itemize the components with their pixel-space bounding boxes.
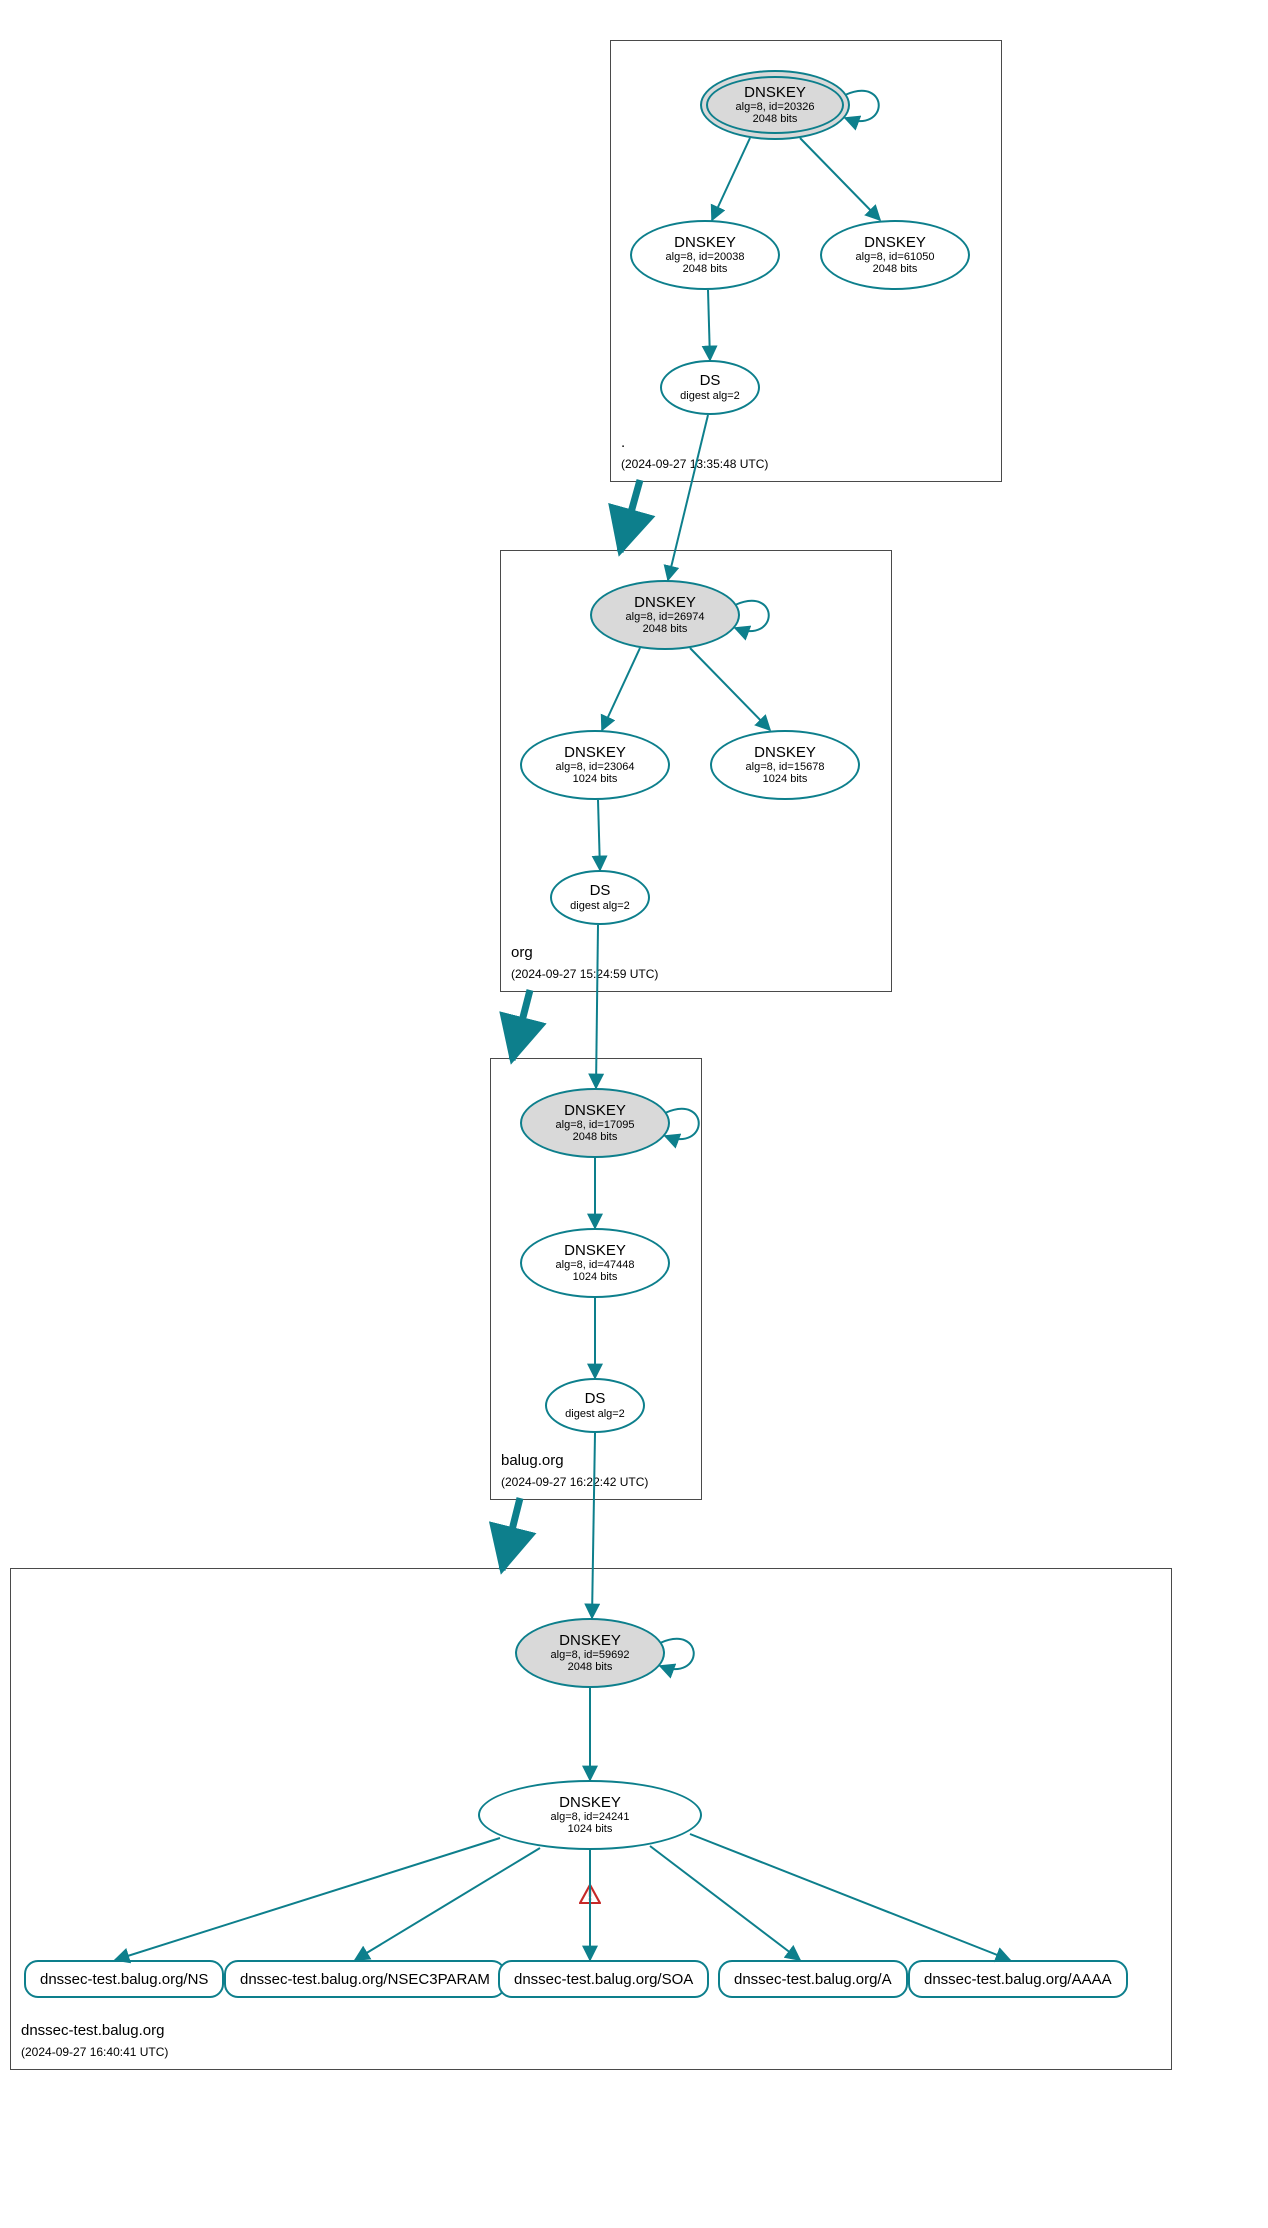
node-sub1: digest alg=2 (565, 1408, 625, 1420)
zone-balug-timestamp: (2024-09-27 16:22:42 UTC) (501, 1475, 648, 1489)
zone-balug-label: balug.org (501, 1452, 564, 1469)
node-sub2: 2048 bits (643, 623, 688, 635)
zone-org-timestamp: (2024-09-27 15:24:59 UTC) (511, 967, 658, 981)
node-title: DS (700, 373, 721, 390)
rrset-soa[interactable]: dnssec-test.balug.org/SOA (498, 1960, 709, 1998)
node-sub1: alg=8, id=61050 (856, 251, 935, 263)
zone-root-label: . (621, 434, 625, 451)
node-title: DS (585, 1391, 606, 1408)
balug-ds[interactable]: DS digest alg=2 (545, 1378, 645, 1433)
warning-icon[interactable] (579, 1884, 601, 1904)
zone-dnssectest-timestamp: (2024-09-27 16:40:41 UTC) (21, 2045, 168, 2059)
node-title: DNSKEY (634, 595, 696, 612)
node-title: DNSKEY (564, 745, 626, 762)
node-sub1: alg=8, id=20038 (666, 251, 745, 263)
node-sub2: 2048 bits (573, 1131, 618, 1143)
node-sub1: alg=8, id=59692 (551, 1649, 630, 1661)
node-sub2: 2048 bits (568, 1661, 613, 1673)
node-sub2: 2048 bits (753, 113, 798, 125)
node-sub1: alg=8, id=47448 (556, 1259, 635, 1271)
node-sub2: 1024 bits (573, 1271, 618, 1283)
rrset-a[interactable]: dnssec-test.balug.org/A (718, 1960, 908, 1998)
node-sub1: alg=8, id=26974 (626, 611, 705, 623)
node-sub1: alg=8, id=20326 (736, 101, 815, 113)
rrset-ns[interactable]: dnssec-test.balug.org/NS (24, 1960, 224, 1998)
node-title: DNSKEY (754, 745, 816, 762)
node-title: DNSKEY (564, 1243, 626, 1260)
node-sub1: digest alg=2 (570, 900, 630, 912)
node-sub2: 1024 bits (573, 773, 618, 785)
zone-org-label: org (511, 944, 533, 961)
node-sub2: 2048 bits (873, 263, 918, 275)
node-title: DNSKEY (674, 235, 736, 252)
org-zsk2[interactable]: DNSKEY alg=8, id=15678 1024 bits (710, 730, 860, 800)
dnssectest-ksk[interactable]: DNSKEY alg=8, id=59692 2048 bits (515, 1618, 665, 1688)
node-sub1: alg=8, id=17095 (556, 1119, 635, 1131)
node-sub1: alg=8, id=23064 (556, 761, 635, 773)
org-zsk1[interactable]: DNSKEY alg=8, id=23064 1024 bits (520, 730, 670, 800)
node-title: DNSKEY (559, 1633, 621, 1650)
root-ds[interactable]: DS digest alg=2 (660, 360, 760, 415)
node-sub1: alg=8, id=24241 (551, 1811, 630, 1823)
node-sub2: 1024 bits (763, 773, 808, 785)
node-sub1: digest alg=2 (680, 390, 740, 402)
node-title: DNSKEY (864, 235, 926, 252)
root-zsk2[interactable]: DNSKEY alg=8, id=61050 2048 bits (820, 220, 970, 290)
node-title: DS (590, 883, 611, 900)
node-sub2: 1024 bits (568, 1823, 613, 1835)
rrset-aaaa[interactable]: dnssec-test.balug.org/AAAA (908, 1960, 1128, 1998)
root-zsk1[interactable]: DNSKEY alg=8, id=20038 2048 bits (630, 220, 780, 290)
node-title: DNSKEY (744, 85, 806, 102)
node-title: DNSKEY (564, 1103, 626, 1120)
org-ds[interactable]: DS digest alg=2 (550, 870, 650, 925)
rrset-nsec3param[interactable]: dnssec-test.balug.org/NSEC3PARAM (224, 1960, 506, 1998)
node-title: DNSKEY (559, 1795, 621, 1812)
dnssectest-zsk[interactable]: DNSKEY alg=8, id=24241 1024 bits (478, 1780, 702, 1850)
root-ksk[interactable]: DNSKEY alg=8, id=20326 2048 bits (700, 70, 850, 140)
balug-ksk[interactable]: DNSKEY alg=8, id=17095 2048 bits (520, 1088, 670, 1158)
balug-zsk[interactable]: DNSKEY alg=8, id=47448 1024 bits (520, 1228, 670, 1298)
zone-dnssectest-label: dnssec-test.balug.org (21, 2022, 164, 2039)
org-ksk[interactable]: DNSKEY alg=8, id=26974 2048 bits (590, 580, 740, 650)
node-sub2: 2048 bits (683, 263, 728, 275)
node-sub1: alg=8, id=15678 (746, 761, 825, 773)
zone-root-timestamp: (2024-09-27 13:35:48 UTC) (621, 457, 768, 471)
